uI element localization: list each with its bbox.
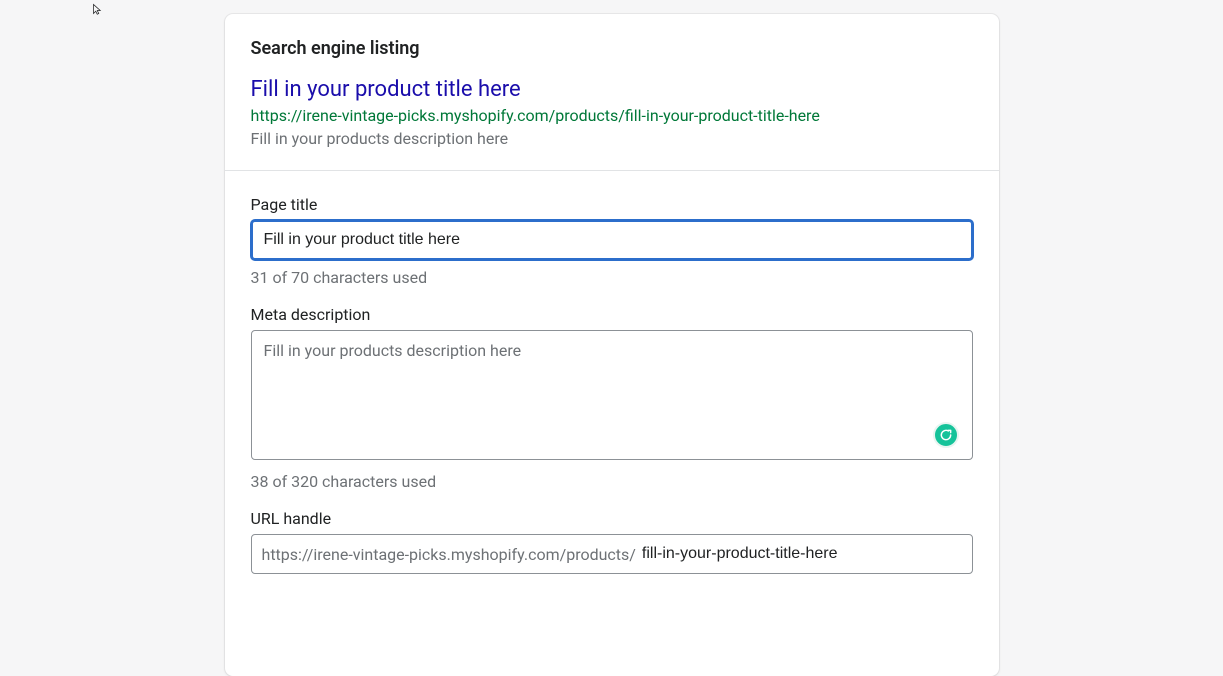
meta-description-group: Meta description 38 of 320 characters us… (251, 305, 973, 491)
url-handle-label: URL handle (251, 509, 973, 528)
seo-listing-card: Search engine listing Fill in your produ… (225, 14, 999, 676)
page-title-group: Page title 31 of 70 characters used (251, 195, 973, 287)
url-handle-field[interactable]: https://irene-vintage-picks.myshopify.co… (251, 534, 973, 574)
seo-preview-title: Fill in your product title here (251, 77, 973, 102)
seo-form-section: Page title 31 of 70 characters used Meta… (225, 171, 999, 596)
page-title-helper: 31 of 70 characters used (251, 268, 973, 287)
section-title: Search engine listing (251, 38, 973, 59)
url-handle-group: URL handle https://irene-vintage-picks.m… (251, 509, 973, 574)
seo-preview-description: Fill in your products description here (251, 129, 973, 148)
seo-preview-url: https://irene-vintage-picks.myshopify.co… (251, 106, 973, 125)
seo-preview-section: Search engine listing Fill in your produ… (225, 14, 999, 171)
grammarly-icon[interactable] (933, 422, 959, 448)
url-handle-input[interactable] (642, 543, 962, 565)
cursor-icon (92, 0, 104, 19)
meta-description-helper: 38 of 320 characters used (251, 472, 973, 491)
meta-description-label: Meta description (251, 305, 973, 324)
url-handle-prefix: https://irene-vintage-picks.myshopify.co… (262, 545, 636, 564)
meta-description-wrapper (251, 330, 973, 464)
page-title-label: Page title (251, 195, 973, 214)
meta-description-input[interactable] (251, 330, 973, 460)
page-title-input[interactable] (251, 220, 973, 260)
